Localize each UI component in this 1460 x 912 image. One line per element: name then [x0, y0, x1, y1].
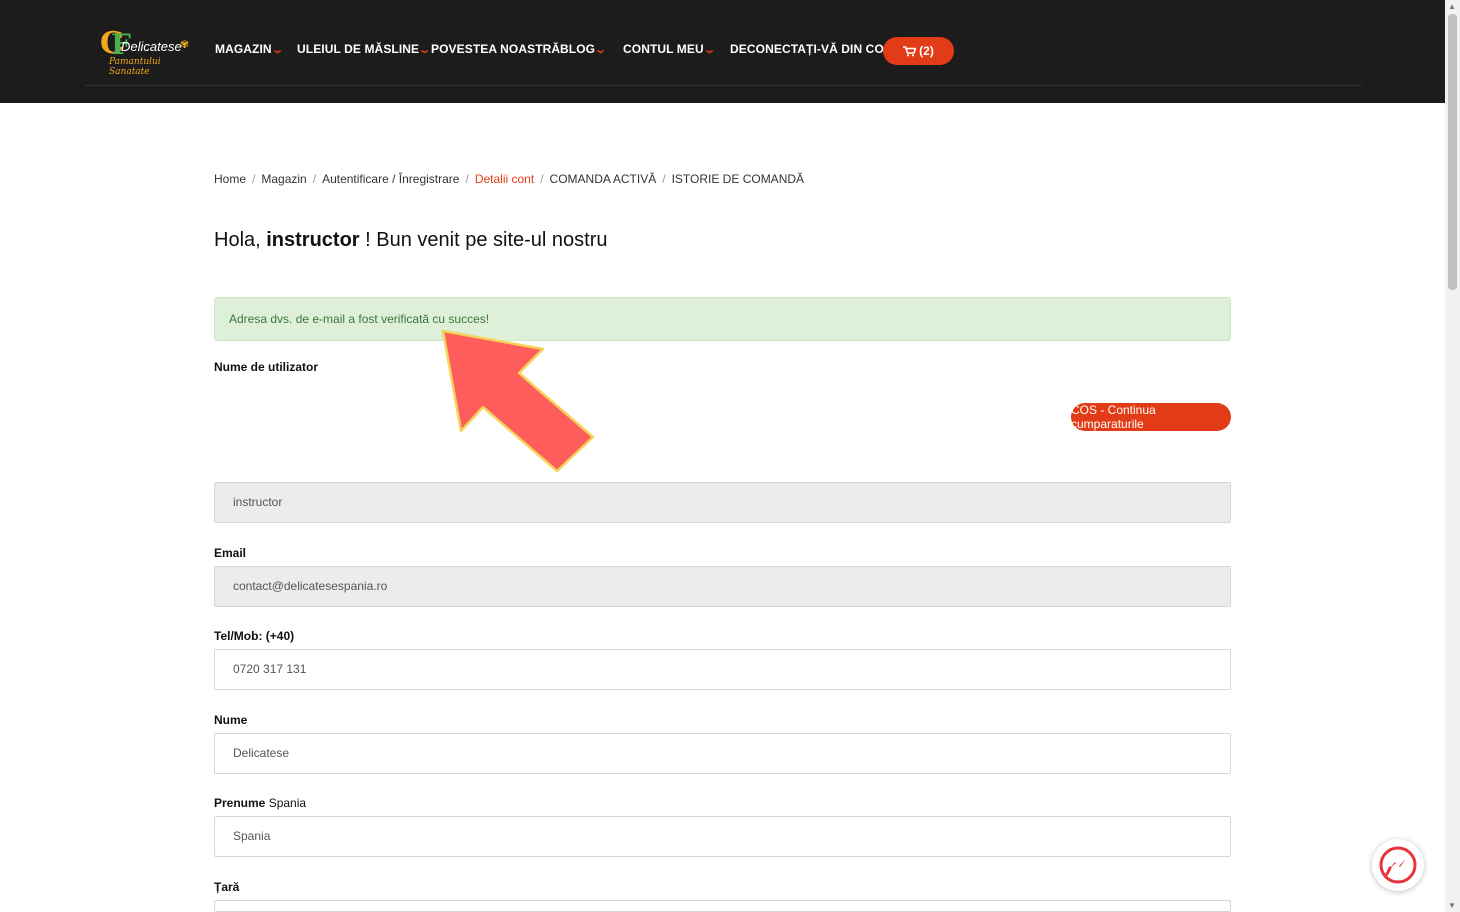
nav-item-label: CONTUL MEU: [623, 42, 704, 56]
username-field[interactable]: instructor: [214, 482, 1231, 523]
firstname-label: Prenume Spania: [214, 796, 306, 810]
phone-label: Tel/Mob: (+40): [214, 629, 295, 643]
nav-item-ulei[interactable]: ULEIUL DE MĂSLINE⌄: [297, 42, 432, 56]
nav-item-label: DECONECTAȚI-VĂ DIN CONT: [730, 42, 901, 56]
breadcrumb-autentificare[interactable]: Autentificare / Înregistrare: [322, 172, 459, 186]
nav-item-blog[interactable]: BLOG⌄: [560, 42, 608, 56]
breadcrumb: Home / Magazin / Autentificare / Înregistrar…: [214, 172, 804, 186]
site-header: C F Delicatese ✾ Pamantului Sanatate MAG…: [0, 0, 1445, 103]
lastname-field[interactable]: Delicatese: [214, 733, 1231, 774]
annotation-arrow-icon: [441, 329, 595, 473]
breadcrumb-istorie[interactable]: ISTORIE DE COMANDĂ: [672, 172, 804, 186]
breadcrumb-separator: /: [312, 172, 317, 186]
continue-shopping-button[interactable]: COS - Continua cumparaturile: [1071, 403, 1231, 431]
nav-item-label: MAGAZIN: [215, 42, 272, 56]
page-scrollbar[interactable]: ▲ ▼: [1445, 0, 1460, 912]
site-logo[interactable]: C F Delicatese ✾ Pamantului Sanatate: [100, 24, 192, 77]
username-label: Nume de utilizator: [214, 360, 319, 374]
leaf-icon: ✾: [180, 39, 190, 51]
lastname-label: Nume: [214, 713, 248, 727]
firstname-label-text: Prenume: [214, 796, 266, 810]
scroll-down-icon[interactable]: ▼: [1448, 901, 1456, 910]
chevron-down-icon: ⌄: [702, 44, 716, 56]
nav-item-poveste[interactable]: POVESTEA NOASTRĂ: [431, 42, 560, 56]
breadcrumb-magazin[interactable]: Magazin: [261, 172, 306, 186]
email-field[interactable]: contact@delicatesespania.ro: [214, 566, 1231, 607]
nav-item-logout[interactable]: DECONECTAȚI-VĂ DIN CONT: [730, 42, 900, 56]
greeting-prefix: Hola,: [214, 229, 267, 251]
chevron-down-icon: ⌄: [270, 44, 284, 56]
firstname-label-extra: Spania: [268, 796, 307, 810]
cart-icon: [903, 45, 917, 56]
alert-message: Adresa dvs. de e-mail a fost verificată …: [229, 312, 490, 326]
email-label: Email: [214, 546, 247, 560]
phone-field[interactable]: 0720 317 131: [214, 649, 1231, 690]
chevron-down-icon: ⌄: [594, 44, 608, 56]
nav-item-contul-meu[interactable]: CONTUL MEU⌄: [623, 42, 716, 56]
nav-item-magazin[interactable]: MAGAZIN⌄: [215, 42, 284, 56]
chevron-down-icon: ⌄: [418, 44, 432, 56]
greeting-username: instructor: [266, 229, 360, 251]
country-label: Țară: [214, 880, 240, 894]
nav-item-label: ULEIUL DE MĂSLINE: [297, 42, 420, 56]
cart-button[interactable]: (2): [883, 37, 954, 65]
page-title: Hola, instructor ! Bun venit pe site-ul …: [214, 229, 608, 252]
logo-tagline: Pamantului Sanatate: [109, 57, 161, 77]
messenger-icon: [1379, 846, 1417, 884]
messenger-chat-button[interactable]: [1372, 839, 1424, 891]
breadcrumb-separator: /: [662, 172, 666, 186]
breadcrumb-comanda-activa[interactable]: COMANDA ACTIVĂ: [550, 172, 657, 186]
firstname-field[interactable]: Spania: [214, 816, 1231, 857]
breadcrumb-home[interactable]: Home: [214, 172, 246, 186]
scrollbar-thumb[interactable]: [1448, 14, 1457, 290]
cart-count: (2): [919, 44, 934, 58]
breadcrumb-detalii-cont[interactable]: Detalii cont: [475, 172, 534, 186]
breadcrumb-separator: /: [465, 172, 469, 186]
logo-name: Delicatese: [121, 39, 182, 54]
breadcrumb-separator: /: [540, 172, 544, 186]
success-alert: Adresa dvs. de e-mail a fost verificată …: [214, 297, 1231, 341]
nav-item-label: BLOG: [560, 42, 596, 56]
nav-item-label: POVESTEA NOASTRĂ: [431, 42, 561, 56]
breadcrumb-separator: /: [252, 172, 256, 186]
header-divider: [85, 85, 1362, 86]
greeting-suffix: ! Bun venit pe site-ul nostru: [359, 229, 608, 251]
scroll-up-icon[interactable]: ▲: [1448, 2, 1456, 11]
country-field[interactable]: [214, 900, 1231, 912]
